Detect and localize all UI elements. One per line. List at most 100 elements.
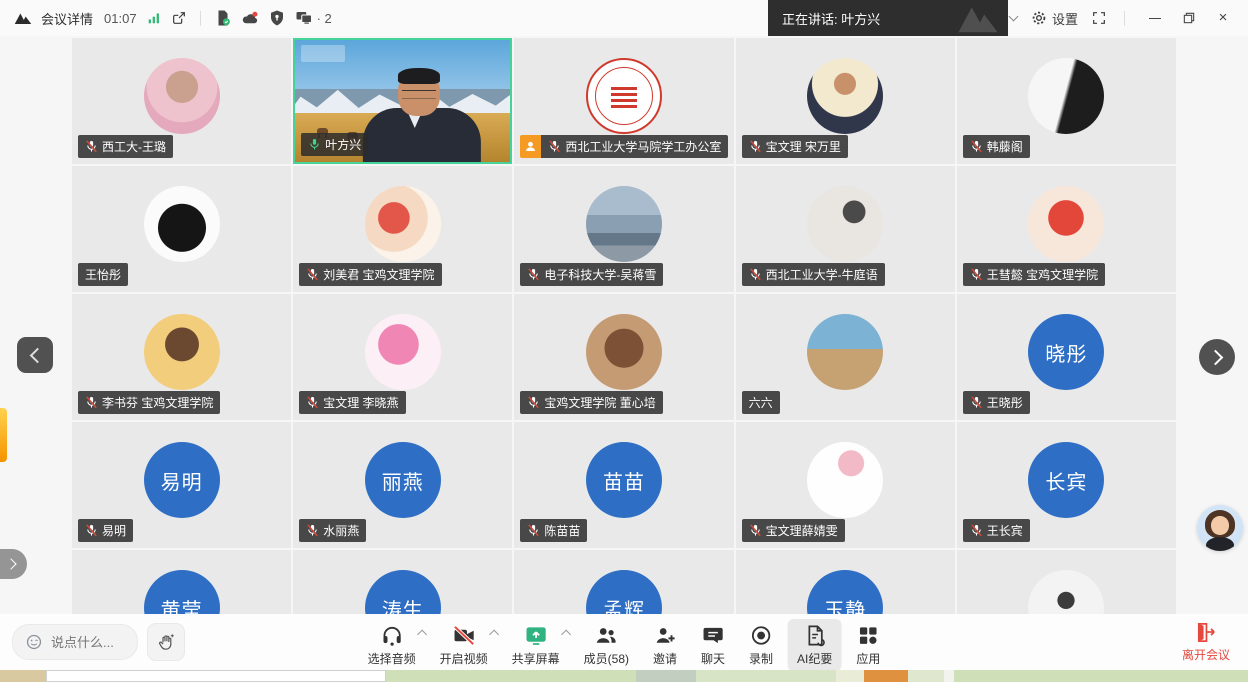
panel-expand-toggle[interactable] [0,549,27,579]
participant-tile[interactable]: 李书芬 宝鸡文理学院 [72,294,291,420]
participant-tile[interactable]: 王怡彤 [72,166,291,292]
title-bar: 会议详情 01:07 · 2 布局 设置 [0,0,1248,36]
doc-status-icon[interactable] [214,9,232,27]
participant-name: 王长宾 [987,522,1023,539]
raise-hand-button[interactable] [147,623,185,661]
record-button[interactable]: 录制 [740,619,782,671]
audio-button[interactable]: 选择音频 [359,619,425,671]
participant-tile[interactable]: 黄莹 [72,550,291,616]
cloud-status-icon[interactable] [241,9,259,27]
share-screen-button[interactable]: 共享屏幕 [503,619,569,671]
participant-tile[interactable]: 西北工业大学-牛庭语 [736,166,955,292]
participant-tile[interactable]: 西工大-王璐 [72,38,291,164]
participant-nameplate: 王彗懿 宝鸡文理学院 [963,263,1105,286]
meeting-details-button[interactable]: 会议详情 [41,9,93,28]
ai-minutes-button[interactable]: AI纪要 [788,619,841,671]
avatar-text: 晓彤 [1045,338,1087,367]
participant-name: 王彗懿 宝鸡文理学院 [987,266,1098,283]
quick-chat-field[interactable] [12,624,138,660]
background-window-sliver [0,670,1248,682]
mic-muted-icon [527,396,540,409]
ai-assistant-avatar[interactable] [1197,505,1243,551]
mic-muted-icon [749,524,762,537]
minimize-button[interactable] [1142,0,1168,36]
chat-input[interactable] [49,634,125,651]
avatar-initials: 孟辉 [586,570,662,616]
participant-nameplate: 王晓彤 [963,391,1030,414]
page-prev-button[interactable] [17,337,53,373]
active-speaker-tile[interactable]: 叶方兴 [293,38,512,164]
avatar-text: 涛生 [382,594,424,617]
settings-button[interactable]: 设置 [1030,9,1078,28]
participant-tile[interactable]: 刘美君 宝鸡文理学院 [293,166,512,292]
security-shield-icon[interactable] [268,9,286,27]
participant-tile[interactable]: 宝文理 李晓燕 [293,294,512,420]
popout-icon[interactable] [171,10,187,26]
participant-name: 西北工业大学马院学工办公室 [565,138,721,155]
participant-tile[interactable]: 韩藤阁 [957,38,1176,164]
divider [1124,11,1125,26]
avatar [807,442,883,518]
avatar [586,186,662,262]
chat-label: 聊天 [701,650,725,667]
members-icon [595,624,618,647]
watermark-logo-icon [950,2,1006,34]
participant-tile[interactable]: 电子科技大学-吴蒋雪 [514,166,733,292]
video-button[interactable]: 开启视频 [431,619,497,671]
participant-tile[interactable]: 宝鸡文理学院 董心培 [514,294,733,420]
participant-tile[interactable]: 王彗懿 宝鸡文理学院 [957,166,1176,292]
monitor-count[interactable]: · 2 [295,9,332,27]
participant-tile[interactable]: 晓彤 王晓彤 [957,294,1176,420]
avatar-university-seal [586,58,662,134]
invite-button[interactable]: 邀请 [644,619,686,671]
video-watermark [301,45,345,62]
participant-tile[interactable]: 苗苗 陈苗苗 [514,422,733,548]
close-button[interactable]: × [1210,0,1236,36]
participant-nameplate: 宝文理 李晓燕 [299,391,405,414]
chevron-up-icon[interactable] [489,630,499,640]
avatar-initials: 玉静 [807,570,883,616]
participant-nameplate: 西工大-王璐 [78,135,173,158]
page-next-button[interactable] [1199,339,1235,375]
smiley-icon[interactable] [25,633,43,651]
avatar [365,186,441,262]
host-badge-icon [520,135,541,158]
mic-muted-icon [970,524,983,537]
avatar-text: 长宾 [1045,466,1087,495]
participant-tile[interactable]: 易明 易明 [72,422,291,548]
network-signal-icon[interactable] [146,10,162,26]
avatar-initials: 晓彤 [1028,314,1104,390]
participant-tile[interactable]: 丽燕 水丽燕 [293,422,512,548]
participant-tile[interactable]: 宝文理 宋万里 [736,38,955,164]
chat-button[interactable]: 聊天 [692,619,734,671]
participant-nameplate: 王怡彤 [78,263,128,286]
participant-tile[interactable]: 宝文理薛婧雯 [736,422,955,548]
restore-button[interactable] [1181,10,1197,26]
mic-muted-icon [527,268,540,281]
avatar [807,186,883,262]
participant-name: 水丽燕 [323,522,359,539]
invite-label: 邀请 [653,650,677,667]
participant-name: 王晓彤 [987,394,1023,411]
participant-tile[interactable]: 涛生 [293,550,512,616]
side-notification-strip[interactable] [0,408,7,462]
avatar-text: 易明 [161,466,203,495]
participant-name: 宝文理 宋万里 [766,138,841,155]
participant-nameplate: 宝文理薛婧雯 [742,519,845,542]
avatar [365,314,441,390]
members-button[interactable]: 成员(58) [575,619,638,671]
participant-tile[interactable]: 孟辉 [514,550,733,616]
participant-tile[interactable]: 西北工业大学马院学工办公室 [514,38,733,164]
participant-stage: 西工大-王璐 叶方兴 西北工业大学马院学工办公室 [0,36,1248,616]
avatar-text: 玉静 [824,594,866,617]
leave-label: 离开会议 [1182,646,1230,663]
participant-tile[interactable]: 长宾 王长宾 [957,422,1176,548]
leave-meeting-button[interactable]: 离开会议 [1182,621,1230,663]
chevron-up-icon[interactable] [561,630,571,640]
participant-tile[interactable]: 玉静 [736,550,955,616]
participant-tile[interactable] [957,550,1176,616]
apps-button[interactable]: 应用 [847,619,889,671]
chevron-up-icon[interactable] [417,630,427,640]
participant-tile[interactable]: 六六 [736,294,955,420]
fullscreen-icon[interactable] [1091,10,1107,26]
